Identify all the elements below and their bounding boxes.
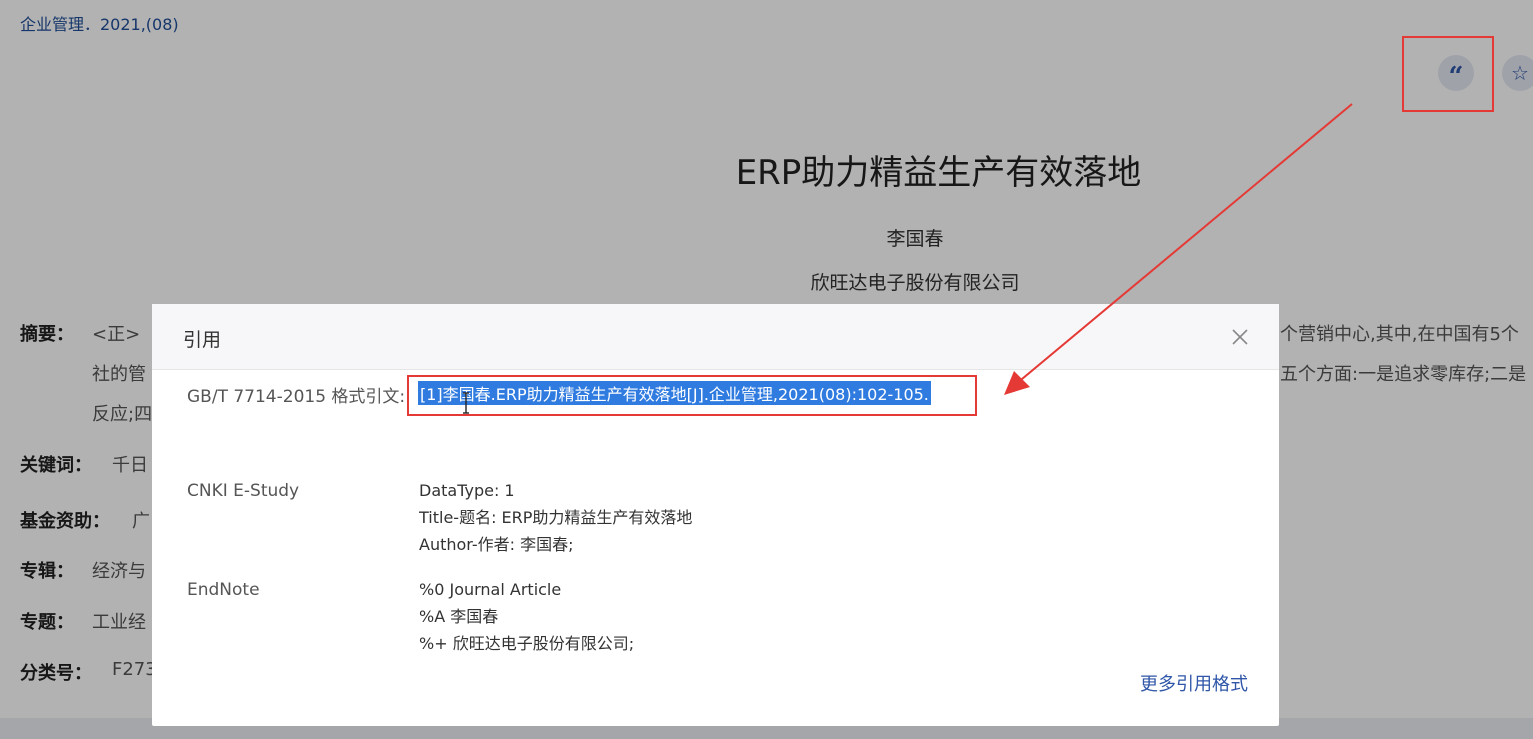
annotation-arrow bbox=[1004, 103, 1353, 395]
